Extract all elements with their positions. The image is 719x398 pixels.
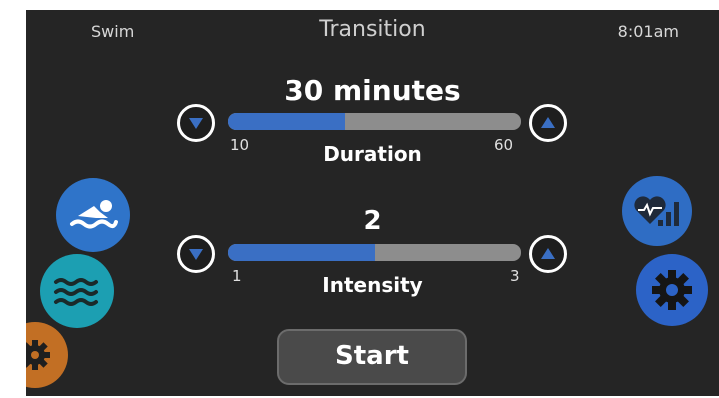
start-button[interactable]: Start (277, 329, 467, 385)
duration-increase-button[interactable] (529, 104, 567, 142)
settings-button[interactable] (636, 254, 708, 326)
swimmer-icon (70, 200, 118, 229)
gear-icon (652, 270, 692, 310)
water-button[interactable] (40, 254, 114, 328)
duration-label: Duration (323, 142, 422, 166)
triangle-up-icon (541, 117, 555, 128)
triangle-down-icon (189, 118, 203, 129)
clock: 8:01am (617, 22, 679, 41)
screen-title: Transition (319, 17, 426, 42)
triangle-down-icon (189, 249, 203, 260)
intensity-slider[interactable] (228, 244, 521, 261)
heart-stats-button[interactable] (622, 176, 692, 246)
heart-rate-stats-icon (634, 196, 679, 226)
duration-slider-fill (228, 113, 346, 130)
gear-icon (26, 340, 50, 370)
intensity-slider-fill (228, 244, 375, 261)
settings-button[interactable] (26, 322, 68, 388)
triangle-up-icon (541, 248, 555, 259)
duration-decrease-button[interactable] (177, 104, 215, 142)
swim-button[interactable] (56, 178, 130, 252)
intensity-decrease-button[interactable] (177, 235, 215, 273)
water-waves-icon (54, 278, 98, 306)
device-screen: Swim Transition 8:01am 30 minutes 10 60 … (26, 10, 719, 396)
duration-slider[interactable] (228, 113, 521, 130)
intensity-label: Intensity (322, 273, 423, 297)
duration-value: 30 minutes (284, 74, 461, 107)
intensity-increase-button[interactable] (529, 235, 567, 273)
